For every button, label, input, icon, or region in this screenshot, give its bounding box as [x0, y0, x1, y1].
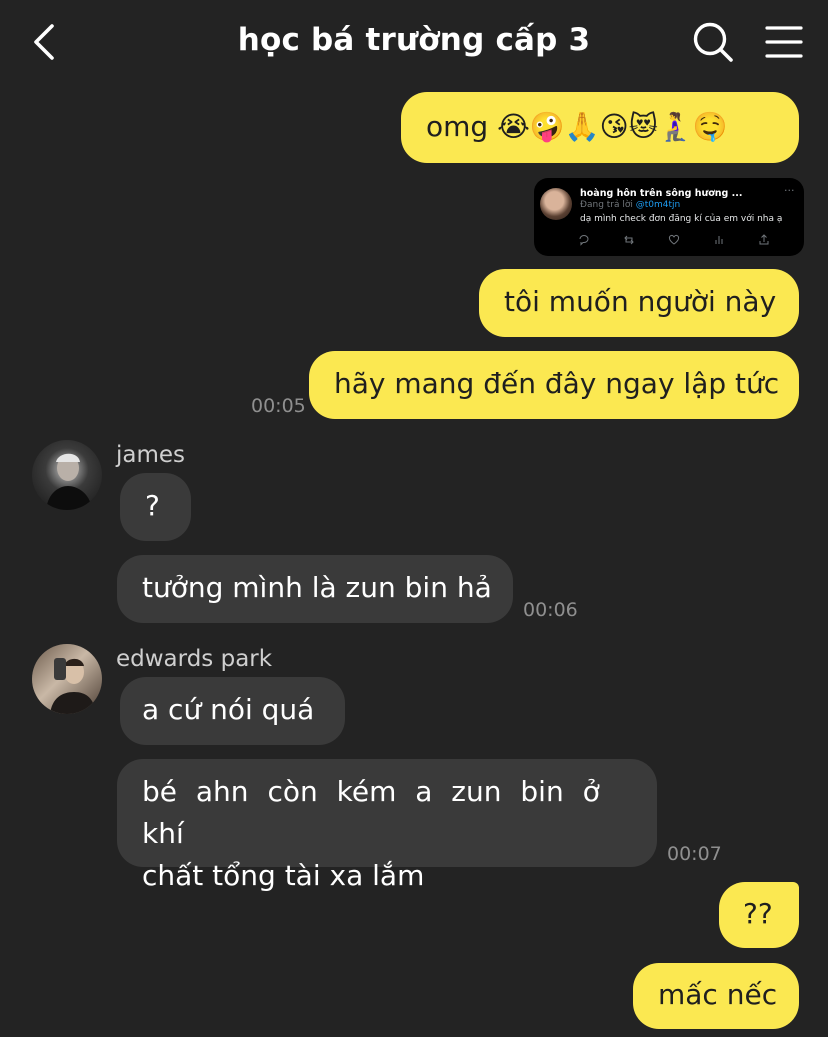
- my-message-bubble[interactable]: omg 😭🤪🙏😘😻🧎‍♀️🤤: [401, 92, 799, 163]
- message-time: 00:06: [523, 599, 578, 621]
- message-text: tôi muốn người này: [504, 285, 777, 318]
- more-icon: ···: [784, 184, 795, 197]
- their-message-bubble[interactable]: tưởng mình là zun bin hả: [117, 555, 513, 623]
- sender-name-james: james: [116, 442, 186, 468]
- reply-prefix: Đang trả lời: [580, 200, 636, 210]
- avatar-james[interactable]: [32, 440, 102, 510]
- menu-button[interactable]: [764, 22, 804, 62]
- message-text: hãy mang đến đây ngay lập tức: [334, 367, 780, 400]
- message-text: ?: [145, 489, 160, 522]
- reply-handle: @t0m4tjn: [635, 200, 681, 210]
- like-icon: [668, 235, 680, 245]
- my-message-bubble[interactable]: mấc nếc: [633, 963, 799, 1029]
- my-message-bubble[interactable]: hãy mang đến đây ngay lập tức: [309, 351, 799, 419]
- tweet-reply-line: Đang trả lời @t0m4tjn: [580, 200, 680, 210]
- their-message-bubble[interactable]: bé ahn còn kém a zun bin ở khí chất tổng…: [117, 759, 657, 892]
- tweet-screenshot-image[interactable]: hoàng hôn trên sông hương ... ··· Đang t…: [534, 178, 804, 256]
- message-text: omg 😭🤪🙏😘😻🧎‍♀️🤤: [426, 110, 728, 143]
- their-message-bubble[interactable]: ?: [120, 473, 191, 541]
- person-photo-icon: [46, 453, 92, 510]
- retweet-icon: [624, 235, 634, 245]
- message-text: a cứ nói quá: [142, 693, 315, 726]
- message-time: 00:07: [667, 843, 722, 865]
- share-icon: [759, 234, 769, 245]
- tweet-action-bar: [578, 234, 778, 246]
- tweet-author-name: hoàng hôn trên sông hương ...: [580, 188, 743, 199]
- tweet-avatar: [540, 188, 572, 220]
- search-icon: [693, 22, 733, 62]
- reply-icon: [579, 235, 589, 246]
- person-photo-icon: [50, 658, 96, 714]
- views-icon: [715, 236, 723, 244]
- my-message-bubble[interactable]: ??: [719, 882, 799, 948]
- their-message-bubble[interactable]: a cứ nói quá: [120, 677, 345, 745]
- search-button[interactable]: [690, 19, 736, 65]
- message-text: chất tổng tài xa lắm: [142, 859, 425, 892]
- message-text: mấc nếc: [658, 978, 778, 1011]
- menu-icon: [765, 26, 803, 58]
- message-text: ??: [743, 897, 773, 930]
- chat-header: học bá trường cấp 3: [0, 0, 828, 84]
- message-text: bé ahn còn kém a zun bin ở khí: [142, 775, 600, 850]
- tweet-text: dạ mình check đơn đăng kí của em với nha…: [580, 214, 783, 224]
- message-text: tưởng mình là zun bin hả: [142, 571, 492, 604]
- avatar-edwards-park[interactable]: [32, 644, 102, 714]
- sender-name-edwards-park: edwards park: [116, 646, 273, 672]
- my-message-bubble[interactable]: tôi muốn người này: [479, 269, 799, 337]
- message-time: 00:05: [251, 395, 306, 417]
